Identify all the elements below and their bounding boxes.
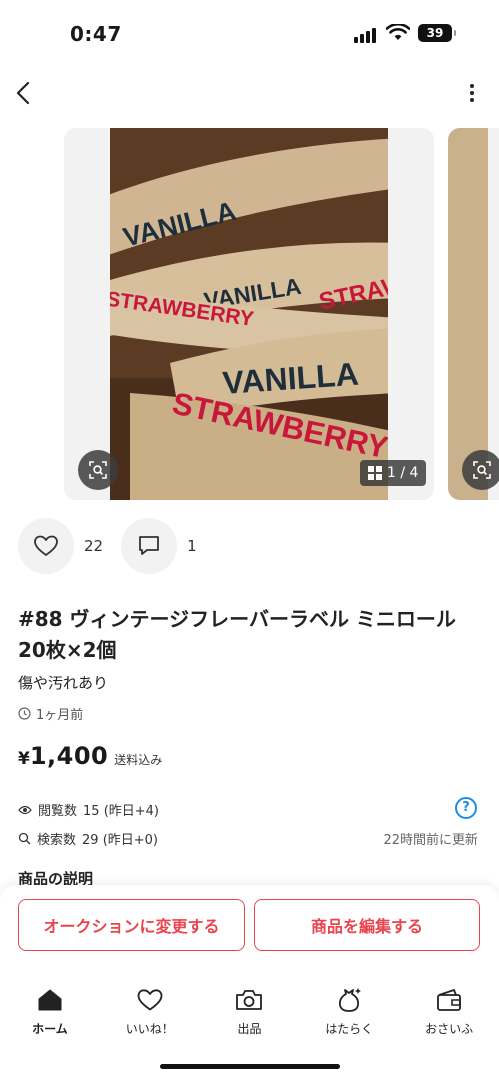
signal-icon (354, 28, 376, 43)
tab-work-label: はたらく (325, 1022, 374, 1036)
heart-icon (137, 989, 163, 1011)
views-stat: 閲覧数 15 (昨日+4) (18, 800, 159, 819)
image-gallery[interactable]: VANILLA VANILLA STRAWBERRY STRAWBERRY VA… (0, 128, 499, 500)
money-bag-icon (339, 988, 362, 1012)
tab-wallet-label: おさいふ (425, 1022, 474, 1036)
price-currency: ¥ (18, 749, 30, 769)
gallery-slide[interactable]: VANILLA VANILLA STRAWBERRY STRAWBERRY VA… (64, 128, 434, 500)
posted-time: 1ヶ月前 (18, 704, 83, 723)
item-title: #88 ヴィンテージフレーバーラベル ミニロール20枚×2個 (18, 607, 456, 662)
comment-count: 1 (187, 537, 197, 555)
back-button[interactable] (10, 78, 40, 108)
searches-label: 検索数 (37, 833, 77, 848)
like-button[interactable] (18, 518, 74, 574)
posted-text: 1ヶ月前 (36, 708, 84, 723)
help-button[interactable]: ? (455, 797, 477, 819)
home-icon (38, 989, 62, 1011)
more-options-button[interactable] (467, 80, 477, 106)
item-condition: 傷や汚れあり (18, 674, 109, 692)
price-amount: 1,400 (29, 742, 109, 770)
tab-wallet[interactable]: おさいふ (399, 986, 499, 1046)
image-search-icon (89, 461, 107, 479)
edit-item-button[interactable]: 商品を編集する (254, 899, 480, 951)
comment-icon (139, 536, 159, 555)
image-search-button[interactable] (78, 450, 118, 490)
chevron-left-icon (16, 81, 30, 105)
eye-icon (18, 805, 32, 814)
tab-bar: ホーム いいね！ 出品 はたらく おさいふ (0, 986, 499, 1046)
comment-button[interactable] (121, 518, 178, 574)
tab-likes[interactable]: いいね！ (100, 986, 200, 1046)
battery-icon: 39 (418, 24, 456, 42)
searches-stat: 検索数 29 (昨日+0) (18, 829, 158, 848)
tab-home[interactable]: ホーム (0, 986, 100, 1046)
nav-bar (0, 70, 499, 120)
image-page-counter: 1 / 4 (360, 460, 427, 486)
tab-sell[interactable]: 出品 (200, 986, 300, 1046)
views-value: 15 (昨日+4) (83, 804, 159, 819)
gallery-next-slide[interactable] (448, 128, 499, 500)
home-indicator (160, 1064, 340, 1069)
image-search-icon (473, 461, 491, 479)
more-dots-icon (470, 84, 474, 88)
tab-sell-label: 出品 (237, 1022, 262, 1036)
views-label: 閲覧数 (38, 804, 78, 819)
wifi-icon (386, 24, 410, 40)
wallet-icon (437, 989, 461, 1011)
updated-time: 22時間前に更新 (383, 833, 478, 848)
camera-icon (236, 990, 263, 1010)
heart-icon (34, 535, 58, 556)
searches-value: 29 (昨日+0) (82, 833, 158, 848)
product-photo[interactable]: VANILLA VANILLA STRAWBERRY STRAWBERRY VA… (110, 128, 388, 500)
search-icon (18, 832, 31, 845)
tab-likes-label: いいね！ (125, 1022, 174, 1036)
action-row: 22 1 (18, 518, 215, 574)
tab-home-label: ホーム (32, 1022, 68, 1036)
tab-work[interactable]: はたらく (299, 986, 399, 1046)
shipping-info: 送料込み (114, 753, 163, 767)
clock-icon (18, 707, 31, 720)
next-image-search-button[interactable] (462, 450, 499, 490)
item-price: ¥ 1,400 送料込み (18, 742, 162, 770)
status-time: 0:47 (70, 22, 122, 46)
page-counter-text: 1 / 4 (387, 465, 419, 481)
status-bar: 0:47 39 (0, 0, 499, 64)
grid-icon (368, 466, 382, 480)
change-to-auction-button[interactable]: オークションに変更する (18, 899, 245, 951)
like-count: 22 (84, 537, 104, 555)
next-photo-edge (448, 128, 488, 500)
